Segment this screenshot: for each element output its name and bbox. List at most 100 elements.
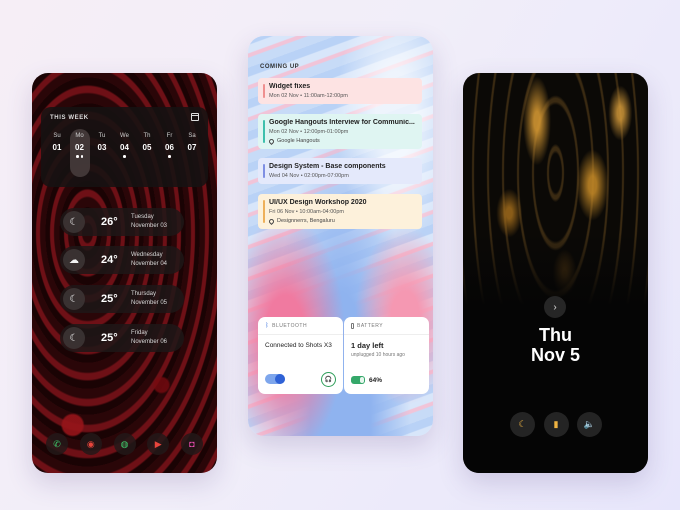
day-number: 04	[120, 143, 129, 152]
weather-date: Thursday November 05	[131, 290, 167, 308]
event-dot	[80, 155, 83, 158]
cloud-icon: ☁	[63, 249, 85, 271]
day-tu[interactable]: Tu 03	[92, 129, 112, 177]
chrome-icon[interactable]: ◉	[79, 433, 102, 455]
bluetooth-widget[interactable]: ᛒ BLUETOOTH Connected to Shots X3 🎧	[258, 317, 343, 394]
battery-icon	[351, 323, 354, 329]
weather-day: Thursday	[131, 291, 157, 297]
weather-date-value: November 05	[131, 300, 168, 306]
weather-temp: 25°	[101, 293, 118, 305]
battery-label-row: BATTERY	[351, 323, 383, 329]
weather-date: Wednesday November 04	[131, 251, 167, 269]
event-title: Google Hangouts Interview for Communic..…	[269, 119, 415, 126]
bluetooth-icon: ᛒ	[265, 323, 270, 329]
event-card[interactable]: Design System - Base components Wed 04 No…	[258, 158, 422, 184]
week-days: Su 01 Mo 02 Tu 03 We 04 Th 05 Fr 06 Sa 07	[47, 129, 202, 177]
weather-day: Tuesday	[131, 214, 154, 220]
event-location-text: Google Hangouts	[277, 138, 320, 144]
battery-time-left: 1 day left	[351, 341, 384, 350]
camera-icon[interactable]: ◘	[181, 433, 203, 455]
weather-row[interactable]: ☁ 24° Wednesday November 04	[60, 246, 184, 274]
battery-label: BATTERY	[357, 323, 384, 329]
day-number: 06	[165, 143, 174, 152]
weather-day: Wednesday	[131, 252, 163, 258]
day-number: 02	[75, 143, 84, 152]
phone-lockscreen: › Thu Nov 5 ☾ ▮ 🔈	[463, 73, 648, 473]
bluetooth-status: Connected to Shots X3	[265, 342, 332, 349]
event-location-text: Designnerrs, Bengaluru	[277, 218, 335, 224]
day-th[interactable]: Th 05	[137, 129, 157, 177]
day-name: Mo	[75, 133, 84, 139]
day-name: Tu	[98, 133, 106, 139]
event-card[interactable]: Google Hangouts Interview for Communic..…	[258, 114, 422, 149]
day-sa[interactable]: Sa 07	[182, 129, 202, 177]
moon-icon: ☾	[63, 211, 85, 233]
event-dot	[123, 155, 126, 158]
event-dot	[168, 155, 171, 158]
moon-icon[interactable]: ☾	[510, 412, 535, 437]
day-number: 05	[142, 143, 152, 152]
event-dots	[137, 155, 157, 158]
calendar-icon[interactable]	[191, 113, 199, 121]
headphones-icon[interactable]: 🎧	[321, 372, 336, 387]
weather-temp: 24°	[101, 254, 118, 266]
volume-icon[interactable]: 🔈	[577, 412, 602, 437]
event-dots	[47, 155, 67, 158]
day-we[interactable]: We 04	[115, 129, 135, 177]
bluetooth-label: BLUETOOTH	[272, 323, 308, 329]
bluetooth-label-row: ᛒ BLUETOOTH	[265, 323, 307, 329]
weather-row[interactable]: ☾ 26° Tuesday November 03	[60, 208, 184, 236]
day-name: Fr	[166, 133, 173, 139]
bluetooth-toggle[interactable]	[265, 374, 285, 384]
week-widget[interactable]: THIS WEEK Su 01 Mo 02 Tu 03 We 04 Th 05 Fr 06 Sa 07	[41, 107, 208, 187]
event-dots	[160, 155, 180, 158]
weather-day: Friday	[131, 330, 148, 336]
lock-date: Nov 5	[530, 345, 581, 365]
event-card[interactable]: Widget fixes Mon 02 Nov • 11:00am-12:00pm	[258, 78, 422, 104]
phone-agenda: COMING UP Widget fixes Mon 02 Nov • 11:00…	[248, 36, 433, 436]
event-location: Designnerrs, Bengaluru	[267, 217, 416, 225]
weather-date-value: November 06	[131, 339, 168, 345]
divider	[258, 334, 343, 335]
divider	[344, 334, 429, 335]
weather-date: Friday November 06	[131, 329, 167, 347]
app-dock: ✆ ◉ ◍ ▶ ◘	[40, 433, 209, 457]
day-mo[interactable]: Mo 02	[69, 129, 90, 177]
flashlight-icon[interactable]: ▮	[543, 412, 569, 437]
youtube-icon[interactable]: ▶	[147, 433, 170, 455]
weather-temp: 26°	[101, 216, 118, 228]
event-dots	[92, 155, 112, 158]
chevron-right-icon[interactable]: ›	[544, 296, 566, 318]
weather-row[interactable]: ☾ 25° Thursday November 05	[60, 285, 184, 313]
battery-unplugged: unplugged 10 hours ago	[351, 352, 405, 358]
day-su[interactable]: Su 01	[47, 129, 67, 177]
event-dot	[76, 155, 79, 158]
phone-weather-calendar: THIS WEEK Su 01 Mo 02 Tu 03 We 04 Th 05 Fr 06 Sa 07 ☾…	[32, 73, 217, 473]
quick-controls: ☾ ▮ 🔈	[510, 412, 602, 437]
moon-icon: ☾	[63, 327, 85, 349]
day-fr[interactable]: Fr 06	[160, 129, 180, 177]
event-time: Mon 02 Nov • 12:00pm-01:00pm	[269, 129, 349, 135]
battery-widget[interactable]: BATTERY 1 day left unplugged 10 hours ag…	[344, 317, 429, 394]
event-title: Design System - Base components	[269, 163, 386, 170]
weather-date: Tuesday November 03	[131, 213, 167, 231]
weather-date-value: November 03	[131, 223, 168, 229]
phone-icon[interactable]: ✆	[46, 433, 68, 455]
day-number: 07	[187, 143, 197, 152]
event-time: Mon 02 Nov • 11:00am-12:00pm	[269, 93, 348, 99]
day-name: Sa	[188, 133, 196, 139]
day-number: 01	[52, 143, 62, 152]
battery-percent: 64%	[369, 377, 383, 384]
event-time: Fri 06 Nov • 10:00am-04:00pm	[269, 209, 344, 215]
event-card[interactable]: UI/UX Design Workshop 2020 Fri 06 Nov • 1…	[258, 194, 422, 229]
event-title: Widget fixes	[269, 83, 311, 90]
day-number: 03	[97, 143, 107, 152]
event-dots	[115, 155, 135, 158]
spotify-icon[interactable]: ◍	[113, 433, 136, 455]
event-location: Google Hangouts	[267, 137, 416, 145]
weather-row[interactable]: ☾ 25° Friday November 06	[60, 324, 184, 352]
event-dots	[182, 155, 202, 158]
section-title: COMING UP	[260, 64, 300, 70]
event-dots	[70, 155, 90, 158]
event-title: UI/UX Design Workshop 2020	[269, 199, 367, 206]
